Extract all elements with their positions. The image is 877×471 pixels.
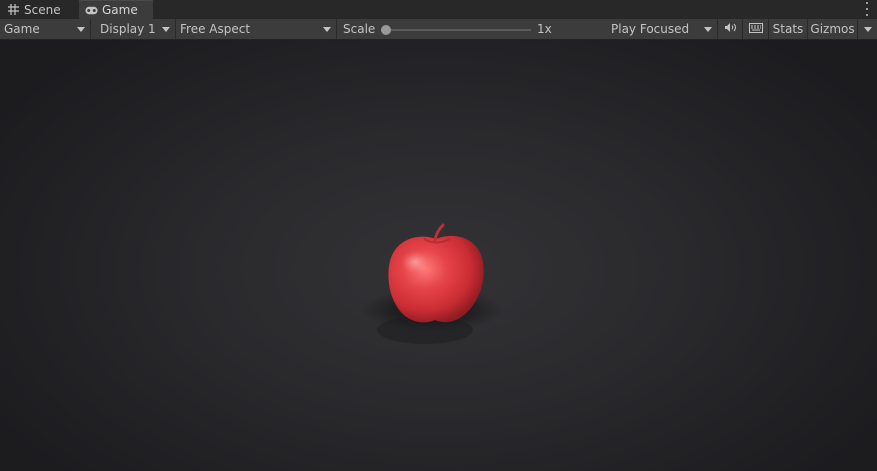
tab-strip: Scene Game [0, 0, 877, 19]
more-options-icon[interactable] [864, 2, 870, 16]
game-viewport[interactable] [0, 40, 877, 471]
apple-body [388, 235, 484, 323]
chevron-down-icon [162, 27, 170, 32]
gizmos-dropdown[interactable] [858, 19, 877, 39]
chevron-down-icon [864, 27, 872, 32]
chevron-down-icon [77, 27, 85, 32]
display-dropdown-label: Display 1 [100, 22, 156, 36]
tab-game[interactable]: Game [79, 0, 153, 19]
chevron-down-icon [704, 27, 712, 32]
scale-slider-track[interactable] [386, 29, 531, 31]
aspect-dropdown[interactable]: Free Aspect [176, 19, 337, 39]
view-dropdown-label: Game [4, 22, 40, 36]
scale-value: 1x [537, 22, 552, 36]
game-toolbar: Game Display 1 Free Aspect Scale 1x Play… [0, 19, 877, 40]
tab-scene-label: Scene [24, 2, 61, 17]
stats-button[interactable]: Stats [769, 19, 808, 39]
view-dropdown[interactable]: Game [0, 19, 91, 39]
chevron-down-icon [323, 27, 331, 32]
play-mode-label: Play Focused [611, 22, 690, 36]
tab-game-label: Game [102, 3, 138, 17]
display-dropdown[interactable]: Display 1 [92, 19, 176, 39]
scale-slider-handle[interactable] [381, 25, 391, 35]
scale-label: Scale [343, 22, 376, 36]
game-render [360, 223, 504, 344]
grid-icon [7, 4, 20, 16]
keyboard-icon [748, 22, 763, 36]
tab-scene[interactable]: Scene [0, 0, 78, 19]
speaker-icon [724, 22, 737, 36]
mute-audio-button[interactable] [718, 19, 743, 39]
play-mode-dropdown[interactable]: Play Focused [607, 19, 718, 39]
gizmos-button[interactable]: Gizmos [808, 19, 858, 39]
shortcuts-button[interactable] [743, 19, 769, 39]
gamepad-icon [85, 4, 98, 16]
aspect-dropdown-label: Free Aspect [180, 22, 251, 36]
